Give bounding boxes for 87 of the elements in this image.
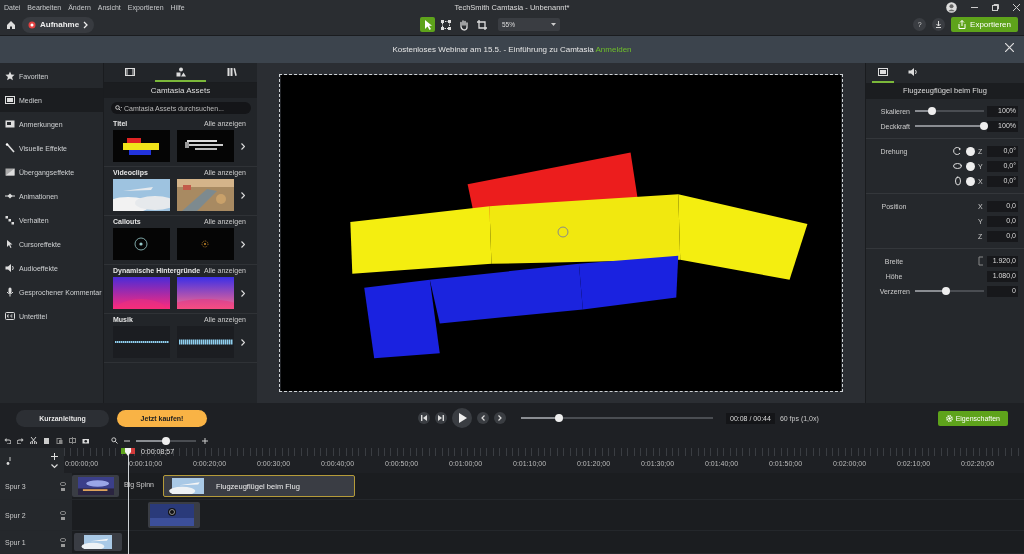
gear-icon: [945, 414, 953, 422]
panel-title: Camtasia Assets: [104, 83, 257, 98]
hand-icon: [457, 18, 470, 31]
speaker-icon: [5, 263, 15, 273]
slider-thumb[interactable]: [928, 107, 937, 115]
step-forward-icon: [438, 415, 444, 421]
rotate-icon: [953, 146, 963, 156]
zoom-in-icon[interactable]: [202, 437, 208, 444]
behavior-icon: [5, 215, 15, 225]
undo-icon[interactable]: [4, 437, 11, 444]
timeline-clip[interactable]: [148, 502, 200, 528]
link-icon: [978, 256, 984, 266]
close-icon[interactable]: [1013, 3, 1020, 11]
slider-thumb[interactable]: [942, 287, 951, 295]
lock-icon[interactable]: [60, 542, 66, 547]
zoom-slider[interactable]: [136, 439, 196, 442]
speaker-icon: [908, 67, 918, 77]
zoom-out-icon[interactable]: [124, 437, 130, 444]
add-icon[interactable]: [51, 452, 58, 460]
chevron-down-icon[interactable]: [51, 463, 58, 469]
step-forward-button[interactable]: [435, 412, 447, 424]
wand-icon: [5, 143, 15, 153]
search-icon: [115, 105, 122, 111]
maximize-icon[interactable]: [992, 3, 999, 11]
eye-icon[interactable]: [60, 481, 66, 486]
play-icon: [457, 413, 467, 423]
slider-thumb[interactable]: [162, 436, 170, 445]
chevron-right-icon[interactable]: [241, 338, 245, 346]
scissors-icon[interactable]: [30, 437, 37, 444]
slider-thumb[interactable]: [555, 414, 564, 422]
annotation-icon: [5, 119, 15, 129]
star-icon: [5, 71, 15, 81]
banner-text: Kostenloses Webinar am 15.5. - Einführung zu Camtasia Anmelden: [392, 45, 632, 54]
microphone-icon: [5, 287, 15, 297]
captions-icon: [5, 311, 15, 321]
record-button[interactable]: Aufnahme: [22, 16, 95, 33]
chevron-right-icon[interactable]: [241, 142, 245, 150]
step-back-button[interactable]: [418, 412, 430, 424]
cursor-icon: [5, 239, 15, 249]
timeline-clip[interactable]: [74, 533, 122, 551]
transform-icon: [439, 18, 452, 31]
chevron-icon: [83, 20, 89, 29]
close-icon[interactable]: [1005, 43, 1014, 52]
magnet-icon[interactable]: [6, 456, 13, 465]
pointer-tool-button[interactable]: [420, 17, 435, 32]
step-back-icon: [421, 415, 427, 421]
timeline-clip[interactable]: [72, 475, 119, 497]
film-icon: [878, 67, 888, 77]
eye-icon[interactable]: [60, 537, 66, 542]
chevron-right-icon: [498, 415, 502, 421]
caret-icon: [551, 23, 556, 26]
share-icon: [958, 20, 967, 29]
animation-icon: [5, 191, 15, 201]
record-icon: [28, 20, 36, 29]
search-icon[interactable]: [111, 437, 118, 444]
film-icon: [5, 95, 15, 105]
redo-icon[interactable]: [17, 437, 24, 444]
rotate-icon: [953, 176, 963, 186]
download-icon: [935, 21, 943, 28]
camera-icon[interactable]: [82, 437, 89, 444]
home-icon[interactable]: [6, 19, 16, 30]
copy-icon[interactable]: [43, 437, 50, 444]
crop-tool-button[interactable]: [474, 17, 489, 32]
previous-button[interactable]: [477, 412, 489, 424]
crop-icon: [475, 18, 488, 31]
play-button[interactable]: [452, 408, 472, 428]
transform-tool-button[interactable]: [438, 17, 453, 32]
transition-icon: [5, 167, 15, 177]
playhead-icon[interactable]: [121, 448, 135, 456]
chevron-right-icon[interactable]: [241, 240, 245, 248]
signup-link[interactable]: Anmelden: [595, 45, 632, 54]
next-button[interactable]: [494, 412, 506, 424]
library-icon: [226, 66, 237, 77]
lock-icon[interactable]: [60, 486, 66, 491]
slider-thumb[interactable]: [980, 122, 988, 130]
avatar-icon[interactable]: [946, 1, 957, 13]
paste-icon[interactable]: [56, 437, 63, 444]
film-icon: [124, 66, 135, 77]
rotate-icon: [953, 161, 963, 171]
lock-icon[interactable]: [60, 515, 66, 520]
shapes-icon: [175, 66, 186, 77]
eye-icon[interactable]: [60, 510, 66, 515]
download-button[interactable]: [932, 18, 946, 31]
split-icon[interactable]: [69, 437, 76, 444]
chevron-right-icon[interactable]: [241, 289, 245, 297]
chevron-right-icon[interactable]: [241, 191, 245, 199]
chevron-left-icon: [481, 415, 485, 421]
